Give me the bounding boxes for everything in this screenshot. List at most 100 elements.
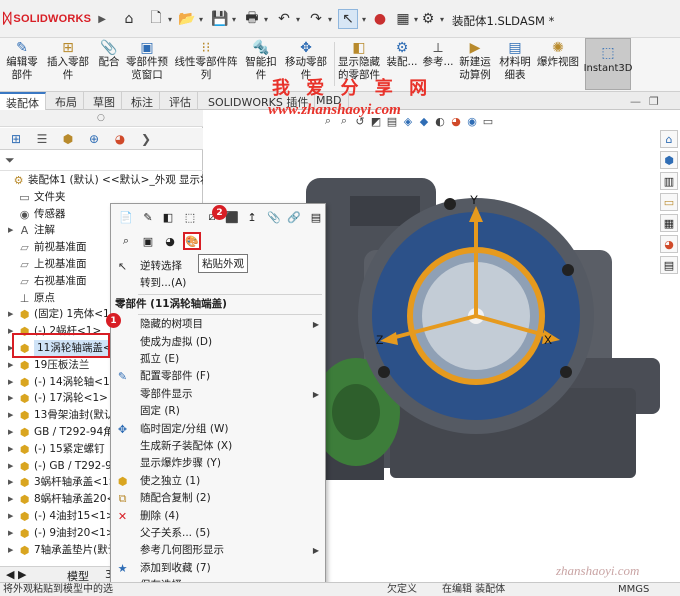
hide-show-items-icon[interactable]: ◐ xyxy=(432,113,448,129)
save-dropdown-icon[interactable]: ▾ xyxy=(229,9,239,29)
traffic-light-icon[interactable]: ● xyxy=(370,9,390,29)
undo-dropdown-icon[interactable]: ▾ xyxy=(293,9,303,29)
expand-arrow-icon[interactable]: ▶ xyxy=(8,222,16,239)
configuration-manager-tab-icon[interactable]: ⬢ xyxy=(59,130,77,148)
panel-grip[interactable]: ○ xyxy=(0,110,203,127)
menu-item[interactable]: 固定 (R) xyxy=(111,403,325,420)
tab-assembly[interactable]: 装配体 xyxy=(0,92,46,110)
edit-appearance-icon[interactable]: ◕ xyxy=(448,113,464,129)
linear-pattern-button[interactable]: ⁝⁝ 线性零部件阵列 xyxy=(170,40,242,88)
menu-item[interactable]: 转到...(A) xyxy=(111,275,325,292)
open-part-icon[interactable]: 📄 xyxy=(117,208,135,226)
view-palette-icon[interactable]: ▦ xyxy=(660,214,678,232)
tree-node[interactable]: ⚙ 装配体1 (默认) <<默认>_外观 显示状 xyxy=(0,172,203,189)
display-style-icon[interactable]: ◆ xyxy=(416,113,432,129)
redo-icon[interactable]: ↷ xyxy=(306,9,326,29)
tab-layout[interactable]: 布局 xyxy=(49,92,84,110)
minimize-icon[interactable]: — xyxy=(630,95,641,108)
design-library-icon[interactable]: ⬢ xyxy=(660,151,678,169)
expand-arrow-icon[interactable]: ▶ xyxy=(8,441,16,458)
instant3d-button[interactable]: ⬚ Instant3D xyxy=(584,38,632,90)
new-dropdown-icon[interactable]: ▾ xyxy=(165,9,175,29)
appearances-icon[interactable]: ◕ xyxy=(660,235,678,253)
expand-arrow-icon[interactable]: ▶ xyxy=(8,542,16,559)
print-dropdown-icon[interactable]: ▾ xyxy=(261,9,271,29)
hide-components-icon[interactable]: ◧ xyxy=(159,208,177,226)
tab-sketch[interactable]: 草图 xyxy=(87,92,122,110)
custom-properties-icon[interactable]: ▤ xyxy=(660,256,678,274)
edit-component-button[interactable]: ✎ 编辑零 部件 xyxy=(2,40,42,88)
mate-link-icon[interactable]: 📎 xyxy=(265,208,283,226)
logo-menu-arrow-icon[interactable]: ▶ xyxy=(98,14,106,25)
bom-button[interactable]: ▤ 材料明 细表 xyxy=(498,40,532,88)
appearance-callout-icon[interactable]: ◕ xyxy=(161,232,179,250)
menu-item[interactable]: ⬢ 使之独立 (1) xyxy=(111,473,325,490)
select-dropdown-icon[interactable]: ▾ xyxy=(359,9,369,29)
zoom-to-selection-icon[interactable]: ⌕ xyxy=(117,232,135,250)
file-explorer-icon[interactable]: ▥ xyxy=(660,172,678,190)
rebuild-grid-icon[interactable]: ▦ xyxy=(393,9,413,29)
prev-tab-icon[interactable]: ◀ xyxy=(6,568,14,581)
zoom-to-fit-icon[interactable]: ⌕ xyxy=(320,113,336,129)
menu-item[interactable]: ✕ 删除 (4) xyxy=(111,508,325,525)
apply-scene-icon[interactable]: ◉ xyxy=(464,113,480,129)
menu-item[interactable]: ✥ 临时固定/分组 (W) xyxy=(111,421,325,438)
expand-arrow-icon[interactable]: ▶ xyxy=(8,390,16,407)
home-icon[interactable]: ⌂ xyxy=(119,9,139,29)
solidworks-resources-icon[interactable]: ⌂ xyxy=(660,130,678,148)
restore-icon[interactable]: ❐ xyxy=(649,95,659,108)
menu-item[interactable]: 父子关系... (5) xyxy=(111,525,325,542)
select-pointer-icon[interactable]: ↖ xyxy=(338,9,358,29)
tree-filter[interactable]: ⏷ xyxy=(0,151,203,171)
component-preview-button[interactable]: ▣ 零部件预 览窗口 xyxy=(124,40,170,88)
expand-arrow-icon[interactable]: ▶ xyxy=(8,458,16,475)
app-logo[interactable]: ᛞ SOLIDWORKS ▶ xyxy=(3,10,106,28)
options-dropdown-icon[interactable]: ▾ xyxy=(437,9,447,29)
expand-arrow-icon[interactable]: ▶ xyxy=(8,424,16,441)
menu-item[interactable]: 使成为虚拟 (D) xyxy=(111,334,325,351)
change-transparency-icon[interactable]: ⬚ xyxy=(181,208,199,226)
tab-markup[interactable]: 标注 xyxy=(125,92,160,110)
menu-item[interactable]: 参考几何图形显示 ▶ xyxy=(111,542,325,559)
more-tabs-icon[interactable]: ❯ xyxy=(137,130,155,148)
menu-item[interactable]: 隐藏的树项目 ▶ xyxy=(111,316,325,333)
display-manager-tab-icon[interactable]: ◕ xyxy=(111,130,129,148)
view-settings-icon[interactable]: ▭ xyxy=(480,113,496,129)
expand-arrow-icon[interactable]: ▶ xyxy=(8,525,16,542)
mate-button[interactable]: 📎 配合 xyxy=(96,40,122,88)
undo-icon[interactable]: ↶ xyxy=(274,9,294,29)
menu-item[interactable]: ⧉ 随配合复制 (2) xyxy=(111,490,325,507)
menu-item[interactable]: ✎ 配置零部件 (F) xyxy=(111,368,325,385)
feature-tree-tab-icon[interactable]: ⊞ xyxy=(7,130,25,148)
options-gear-icon[interactable]: ⚙ xyxy=(418,9,438,29)
menu-item[interactable]: 零部件显示 ▶ xyxy=(111,386,325,403)
menu-item[interactable]: 生成新子装配体 (X) xyxy=(111,438,325,455)
expand-arrow-icon[interactable]: ▶ xyxy=(8,357,16,374)
file-folder-icon[interactable]: ▭ xyxy=(660,193,678,211)
insert-components-button[interactable]: ⊞ 插入零部件 xyxy=(42,40,94,88)
status-units[interactable]: MMGS xyxy=(618,583,649,596)
next-tab-icon[interactable]: ▶ xyxy=(18,568,26,581)
expand-arrow-icon[interactable]: ▶ xyxy=(8,491,16,508)
view-orientation-icon[interactable]: ◈ xyxy=(400,113,416,129)
expand-arrow-icon[interactable]: ▶ xyxy=(8,474,16,491)
smart-mate-icon[interactable]: 🔗 xyxy=(285,208,303,226)
expand-arrow-icon[interactable]: ▶ xyxy=(8,306,16,323)
paste-appearance-icon[interactable]: 🎨 xyxy=(183,232,201,250)
exploded-view-button[interactable]: ✺ 爆炸视图 xyxy=(535,40,581,88)
dynamic-annotation-icon[interactable]: ▤ xyxy=(384,113,400,129)
zoom-to-area-icon[interactable]: ⌕ xyxy=(336,113,352,129)
print-icon[interactable]: 🖶 xyxy=(242,9,262,29)
edit-part-icon[interactable]: ✎ xyxy=(139,208,157,226)
save-icon[interactable]: 💾 xyxy=(210,9,230,29)
redo-dropdown-icon[interactable]: ▾ xyxy=(325,9,335,29)
previous-view-icon[interactable]: ↺ xyxy=(352,113,368,129)
property-manager-tab-icon[interactable]: ☰ xyxy=(33,130,51,148)
dimxpert-tab-icon[interactable]: ⊕ xyxy=(85,130,103,148)
tab-evaluate[interactable]: 评估 xyxy=(163,92,198,110)
component-properties-icon[interactable]: ▤ xyxy=(307,208,325,226)
expand-arrow-icon[interactable]: ▶ xyxy=(8,407,16,424)
new-motion-study-button[interactable]: ▶ 新建运 动算例 xyxy=(458,40,492,88)
edit-dimension-icon[interactable]: ↥ xyxy=(243,208,261,226)
expand-arrow-icon[interactable]: ▶ xyxy=(8,374,16,391)
